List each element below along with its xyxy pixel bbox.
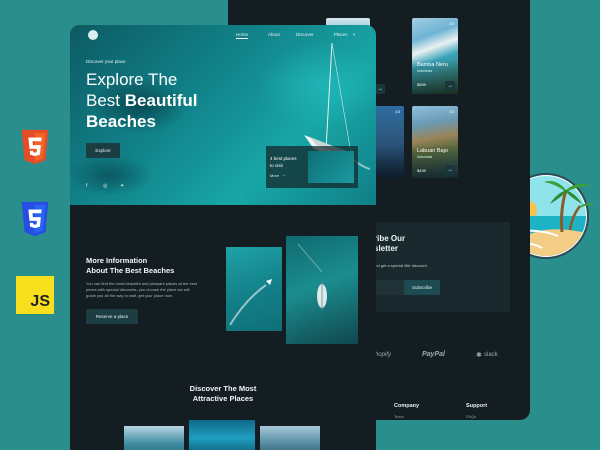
hero-card-text-line1: 4 best places <box>270 156 297 161</box>
hero-section: Home About Discover Places ◐ Discover yo… <box>70 25 376 205</box>
theme-toggle-icon[interactable]: ◐ <box>353 32 356 38</box>
nav-about[interactable]: About <box>268 32 280 37</box>
about-paragraph-line1: You can find the most beautiful and plea… <box>86 281 198 286</box>
discover-title-line1: Discover The Most <box>189 384 257 393</box>
footer-support-heading: Support <box>466 403 488 409</box>
destination-card[interactable]: 4.8 Labuan Bajo Indonesia $499 → <box>412 106 458 178</box>
about-paragraph-line3: guide you all the way to wait, get your … <box>86 293 173 298</box>
footer-support-link[interactable]: FAQs <box>466 414 476 419</box>
hero-places-card[interactable]: 4 best places to visit More → <box>266 146 358 188</box>
card-arrow-icon[interactable]: → <box>375 84 385 94</box>
explore-button[interactable]: Explore <box>86 143 120 158</box>
card-rating: 4.8 <box>395 110 400 114</box>
card-arrow-icon[interactable]: → <box>445 165 455 175</box>
about-image-1 <box>226 247 282 331</box>
boat-wake-image <box>229 279 272 326</box>
hero-title-line1: Explore The <box>86 70 178 89</box>
slack-icon: ✱ <box>476 352 482 359</box>
footer-company-heading: Company <box>394 403 420 409</box>
hero-card-link[interactable]: More <box>270 173 279 178</box>
reserve-place-button[interactable]: Reserve a place <box>86 309 138 324</box>
subscribe-button-label: Subscribe <box>411 285 432 290</box>
explore-button-label: Explore <box>95 148 111 153</box>
hero-eyebrow: Discover your place <box>86 59 126 64</box>
destination-card[interactable]: 4.8 <box>374 106 404 178</box>
discover-card-1[interactable] <box>124 426 184 450</box>
card-place: Indonesia <box>417 155 433 159</box>
about-paragraph: You can find the most beautiful and plea… <box>86 281 226 299</box>
hero-title-line2-bold: Beautiful <box>124 91 198 110</box>
js-icon-label: JS <box>30 293 50 310</box>
about-title-line1: More Information <box>86 256 148 265</box>
card-place: Indonesia <box>417 69 433 73</box>
card-name: Bamba Neru <box>417 62 448 68</box>
card-name: Labuan Bajo <box>417 148 448 154</box>
card-rating: 4.8 <box>449 110 454 114</box>
discover-title: Discover The Most Attractive Places <box>70 384 376 404</box>
html5-icon <box>21 129 49 165</box>
card-shade <box>374 144 404 178</box>
instagram-icon[interactable]: ◎ <box>103 183 107 189</box>
hero-card-thumbnail <box>308 151 354 183</box>
reserve-place-button-label: Reserve a place <box>95 314 129 319</box>
discover-card-2[interactable] <box>189 420 255 450</box>
card-arrow-icon[interactable]: → <box>445 81 455 91</box>
about-title: More Information About The Best Beaches <box>86 256 174 276</box>
about-paragraph-line2: prices with special discounts, you choos… <box>86 287 190 292</box>
twitter-icon[interactable]: ✦ <box>120 183 124 189</box>
discover-card-3[interactable] <box>260 426 320 450</box>
hero-title-line3: Beaches <box>86 112 156 131</box>
footer-company-link[interactable]: Team <box>394 414 404 419</box>
facebook-icon[interactable]: f <box>86 183 87 189</box>
sponsor-paypal: PayPal <box>422 351 445 358</box>
hero-card-text-line2: to visit <box>270 163 283 168</box>
nav-discover[interactable]: Discover <box>296 32 314 37</box>
card-rating: 4.8 <box>449 22 454 26</box>
newsletter-title-line2: sletter <box>374 244 399 253</box>
newsletter-title: ribe Our sletter <box>374 234 405 254</box>
css3-icon <box>21 201 49 237</box>
newsletter-description: and get a special title discount. <box>373 263 428 268</box>
discover-title-line2: Attractive Places <box>192 394 254 403</box>
card-price: $499 <box>417 168 426 173</box>
front-page-panel: Home About Discover Places ◐ Discover yo… <box>70 25 376 450</box>
about-title-line2: About The Best Beaches <box>86 266 175 275</box>
hero-card-arrow-icon: → <box>281 172 286 178</box>
destination-card[interactable]: 4.8 Bamba Neru Indonesia $599 → <box>412 18 458 94</box>
hero-title: Explore The Best Beautiful Beaches <box>86 69 198 132</box>
card-price: $599 <box>417 82 426 87</box>
sponsor-slack: slack <box>484 352 498 358</box>
nav-places[interactable]: Places <box>334 32 348 37</box>
newsletter-title-line1: ribe Our <box>374 234 406 243</box>
nav-home[interactable]: Home <box>236 32 249 39</box>
about-image-2 <box>286 236 358 344</box>
subscribe-button[interactable]: Subscribe <box>404 280 440 295</box>
js-icon: JS <box>16 276 54 314</box>
logo-icon[interactable] <box>88 30 98 40</box>
hero-title-line2-plain: Best <box>86 91 121 110</box>
yacht-image <box>297 243 327 310</box>
